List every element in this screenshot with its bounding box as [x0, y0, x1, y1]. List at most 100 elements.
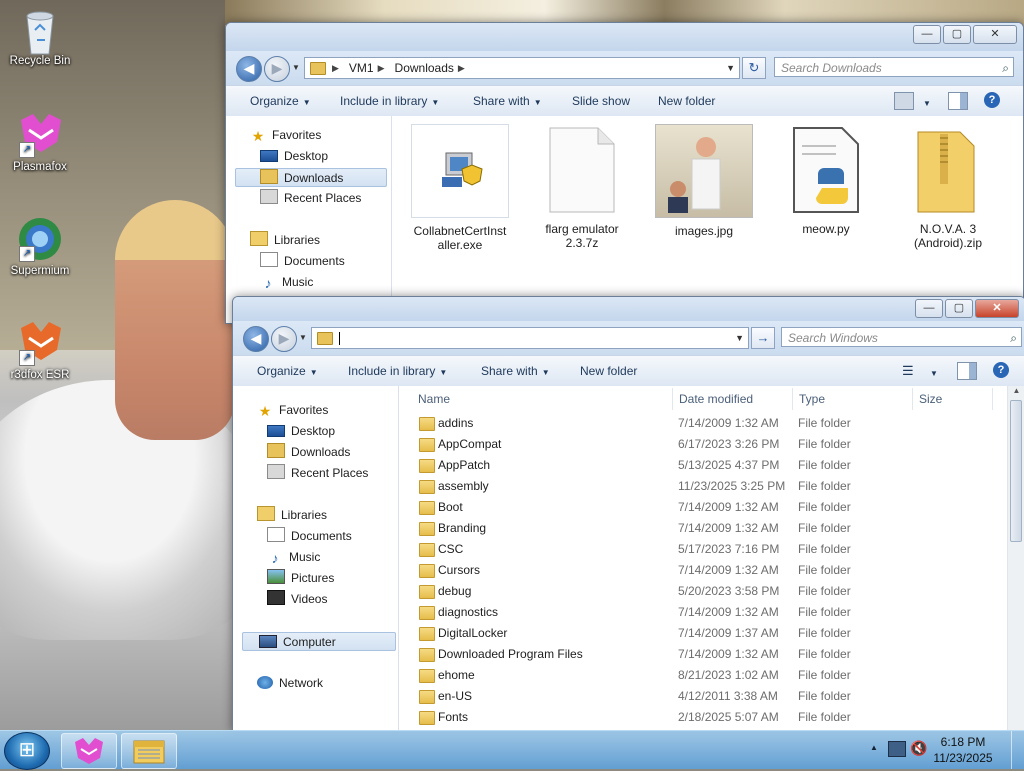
downloads-window[interactable]: — ▢ ✕ ◀ ▶ ▼ ▶ VM1 ▶ Downloads ▶ ▼ ↻ Sear…	[225, 22, 1024, 324]
vertical-scrollbar[interactable]: ▲	[1007, 386, 1024, 731]
maximize-button[interactable]: ▢	[943, 25, 971, 44]
table-row[interactable]: en-US 4/12/2011 3:38 AM File folder	[399, 686, 999, 707]
nav-libraries[interactable]: Libraries	[250, 231, 320, 250]
slide-show-button[interactable]: Slide show	[572, 94, 630, 108]
back-button[interactable]: ◀	[236, 56, 262, 82]
preview-pane-icon[interactable]	[957, 362, 977, 380]
close-button[interactable]: ✕	[975, 299, 1019, 318]
table-row[interactable]: CSC 5/17/2023 7:16 PM File folder	[399, 539, 999, 560]
address-input[interactable]	[339, 331, 340, 345]
refresh-button[interactable]: ↻	[742, 57, 766, 79]
address-dropdown-icon[interactable]: ▼	[726, 63, 735, 73]
nav-recent-places[interactable]: Recent Places	[260, 189, 361, 208]
details-view-icon[interactable]: ☰	[902, 363, 914, 379]
desktop-icon-r3dfox[interactable]: ↗ r3dfox ESR	[3, 320, 77, 381]
close-button[interactable]: ✕	[973, 25, 1017, 44]
include-in-library-button[interactable]: Include in library ▼	[348, 364, 447, 378]
breadcrumb-downloads[interactable]: Downloads	[395, 61, 454, 75]
minimize-button[interactable]: —	[913, 25, 941, 44]
table-row[interactable]: addins 7/14/2009 1:32 AM File folder	[399, 413, 999, 434]
windows-folder-window[interactable]: — ▢ ✕ ◀ ▶ ▼ ▼ → Search Windows ⌕ Organiz…	[232, 296, 1024, 732]
organize-button[interactable]: Organize ▼	[257, 364, 318, 378]
chevron-right-icon[interactable]: ▶	[378, 63, 385, 74]
chevron-right-icon[interactable]: ▶	[458, 63, 465, 74]
scrollbar-thumb[interactable]	[1010, 400, 1022, 542]
go-button[interactable]: →	[751, 327, 775, 349]
column-divider[interactable]	[792, 388, 793, 410]
desktop-icon-plasmafox[interactable]: ↗ Plasmafox	[3, 112, 77, 173]
nav-desktop[interactable]: Desktop	[260, 147, 328, 166]
table-row[interactable]: diagnostics 7/14/2009 1:32 AM File folder	[399, 602, 999, 623]
start-button[interactable]: ⊞	[4, 732, 50, 770]
view-options-dropdown[interactable]: ▼	[919, 95, 931, 109]
breadcrumb-vm1[interactable]: VM1	[349, 61, 374, 75]
table-row[interactable]: assembly 11/23/2025 3:25 PM File folder	[399, 476, 999, 497]
table-row[interactable]: Cursors 7/14/2009 1:32 AM File folder	[399, 560, 999, 581]
table-row[interactable]: Branding 7/14/2009 1:32 AM File folder	[399, 518, 999, 539]
new-folder-button[interactable]: New folder	[580, 364, 637, 378]
nav-downloads[interactable]: Downloads	[267, 443, 350, 462]
chevron-right-icon[interactable]: ▶	[332, 63, 339, 74]
scroll-up-arrow-icon[interactable]: ▲	[1008, 386, 1024, 395]
nav-favorites[interactable]: ★ Favorites	[250, 126, 322, 145]
nav-documents[interactable]: Documents	[267, 527, 352, 546]
nav-documents[interactable]: Documents	[260, 252, 345, 271]
nav-favorites[interactable]: ★ Favorites	[257, 401, 329, 420]
window-titlebar[interactable]: — ▢ ✕	[233, 297, 1024, 321]
desktop-icon-recycle-bin[interactable]: Recycle Bin	[3, 6, 77, 67]
window-titlebar[interactable]: — ▢ ✕	[226, 23, 1023, 51]
nav-recent-places[interactable]: Recent Places	[267, 464, 368, 483]
search-icon[interactable]: ⌕	[1010, 328, 1017, 348]
nav-music[interactable]: ♪ Music	[260, 273, 314, 292]
table-row[interactable]: Fonts 2/18/2025 5:07 AM File folder	[399, 707, 999, 728]
column-divider[interactable]	[672, 388, 673, 410]
nav-pictures[interactable]: Pictures	[267, 569, 334, 588]
nav-desktop[interactable]: Desktop	[267, 422, 335, 441]
clock[interactable]: 6:18 PM 11/23/2025	[928, 734, 998, 766]
maximize-button[interactable]: ▢	[945, 299, 973, 318]
table-row[interactable]: ehome 8/21/2023 1:02 AM File folder	[399, 665, 999, 686]
table-row[interactable]: AppCompat 6/17/2023 3:26 PM File folder	[399, 434, 999, 455]
taskbar-button-explorer[interactable]	[121, 733, 177, 769]
nav-music[interactable]: ♪ Music	[267, 548, 321, 567]
table-row[interactable]: Boot 7/14/2009 1:32 AM File folder	[399, 497, 999, 518]
show-desktop-button[interactable]	[1011, 731, 1024, 769]
forward-button[interactable]: ▶	[271, 326, 297, 352]
taskbar-button-plasmafox[interactable]	[61, 733, 117, 769]
file-tile[interactable]: meow.py	[774, 124, 878, 236]
minimize-button[interactable]: —	[915, 299, 943, 318]
include-in-library-button[interactable]: Include in library ▼	[340, 94, 439, 108]
nav-downloads[interactable]: Downloads	[235, 168, 387, 187]
view-options-dropdown[interactable]: ▼	[926, 365, 938, 379]
desktop-icon-supermium[interactable]: ↗ Supermium	[3, 216, 77, 277]
share-with-button[interactable]: Share with ▼	[473, 94, 542, 108]
table-row[interactable]: Downloaded Program Files 7/14/2009 1:32 A…	[399, 644, 999, 665]
nav-computer[interactable]: Computer	[242, 632, 396, 651]
preview-pane-icon[interactable]	[948, 92, 968, 110]
nav-videos[interactable]: Videos	[267, 590, 327, 609]
column-header-size[interactable]: Size	[919, 386, 942, 412]
table-row[interactable]: AppPatch 5/13/2025 4:37 PM File folder	[399, 455, 999, 476]
file-tile[interactable]: CollabnetCertInst aller.exe	[408, 124, 512, 252]
show-hidden-icons-arrow[interactable]: ▲	[870, 743, 878, 752]
search-input[interactable]: Search Downloads ⌕	[774, 57, 1014, 77]
nav-libraries[interactable]: Libraries	[257, 506, 327, 525]
column-header-type[interactable]: Type	[799, 386, 825, 412]
forward-button[interactable]: ▶	[264, 56, 290, 82]
column-divider[interactable]	[912, 388, 913, 410]
address-bar[interactable]: ▼	[311, 327, 749, 349]
new-folder-button[interactable]: New folder	[658, 94, 715, 108]
help-icon[interactable]: ?	[984, 92, 1000, 108]
column-header-date-modified[interactable]: Date modified	[679, 386, 753, 412]
share-with-button[interactable]: Share with ▼	[481, 364, 550, 378]
back-button[interactable]: ◀	[243, 326, 269, 352]
address-bar[interactable]: ▶ VM1 ▶ Downloads ▶ ▼	[304, 57, 740, 79]
nav-network[interactable]: Network	[257, 674, 323, 693]
file-tile[interactable]: images.jpg	[652, 124, 756, 238]
recent-pages-dropdown[interactable]: ▼	[292, 63, 300, 72]
network-tray-icon[interactable]	[888, 741, 906, 757]
search-input[interactable]: Search Windows ⌕	[781, 327, 1022, 347]
address-dropdown-icon[interactable]: ▼	[735, 333, 744, 343]
table-row[interactable]: DigitalLocker 7/14/2009 1:37 AM File folde…	[399, 623, 999, 644]
recent-pages-dropdown[interactable]: ▼	[299, 333, 307, 342]
